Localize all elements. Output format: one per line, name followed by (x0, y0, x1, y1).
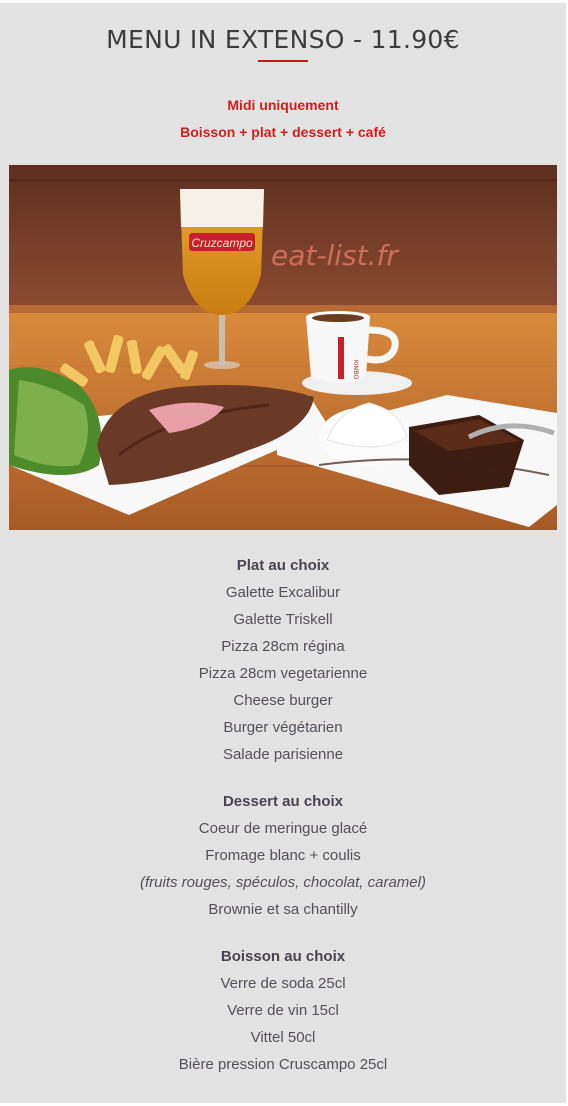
list-item: Brownie et sa chantilly (208, 901, 358, 918)
list-item: Pizza 28cm vegetarienne (198, 665, 368, 682)
cup-brand: KIMBO (352, 360, 358, 380)
menu-card: MENU IN EXTENSO - 11.90€ Midi uniquement… (0, 3, 566, 1103)
list-item: Galette Triskell (233, 611, 333, 628)
section-title-dessert: Dessert au choix (222, 793, 344, 810)
list-item: Bière pression Cruscampo 25cl (178, 1056, 388, 1073)
menu-title: MENU IN EXTENSO - 11.90€ (106, 25, 460, 54)
menu-photo: Cruzcampo KIMBO eat-list.fr (9, 165, 557, 530)
list-item: Verre de soda 25cl (220, 975, 346, 992)
list-item: Coeur de meringue glacé (198, 820, 368, 837)
list-item: Salade parisienne (222, 746, 344, 763)
list-item: Cheese burger (233, 692, 333, 709)
list-item: Burger végétarien (223, 719, 343, 736)
section-title-boisson: Boisson au choix (220, 948, 346, 965)
availability-note: Midi uniquement (227, 97, 339, 113)
list-item: Verre de vin 15cl (227, 1002, 339, 1019)
list-item: Pizza 28cm régina (221, 638, 345, 655)
list-item: Fromage blanc + coulis (205, 847, 361, 864)
list-item: Galette Excalibur (225, 584, 341, 601)
list-item-note: (fruits rouges, spéculos, chocolat, cara… (140, 874, 426, 891)
title-underline (258, 60, 308, 62)
list-item: Vittel 50cl (250, 1029, 316, 1046)
section-title-plat: Plat au choix (236, 557, 330, 574)
formula-note: Boisson + plat + dessert + café (180, 124, 386, 140)
menu-list: Plat au choix Galette Excalibur Galette … (0, 554, 566, 1080)
glass-brand: Cruzcampo (191, 236, 253, 250)
watermark-text: eat-list.fr (271, 239, 399, 272)
